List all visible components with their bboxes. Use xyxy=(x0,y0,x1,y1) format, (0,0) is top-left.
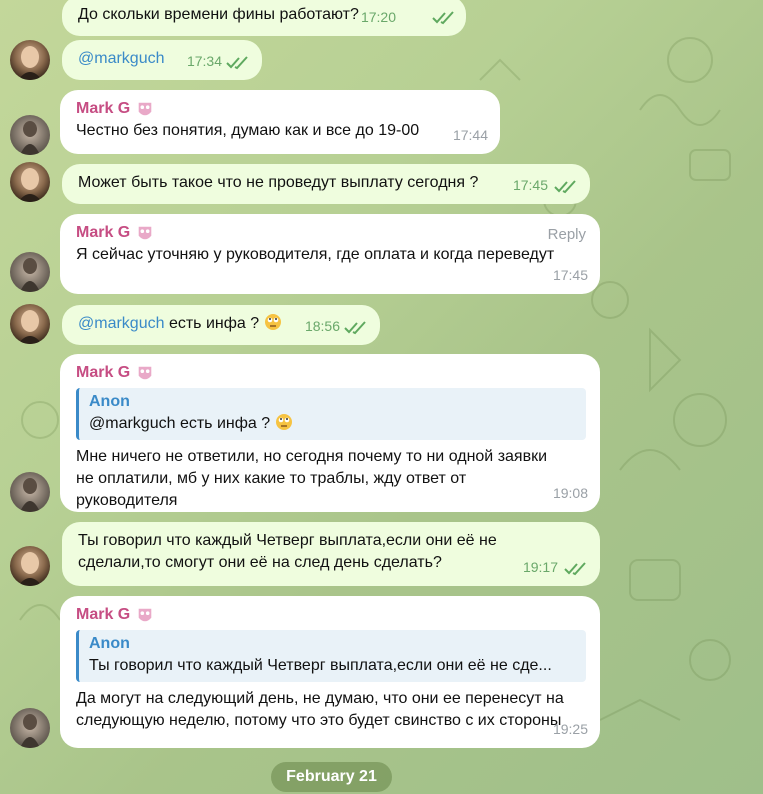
mention-link[interactable]: @markguch xyxy=(78,315,165,332)
sender-name[interactable]: Mark G xyxy=(76,362,586,384)
reply-quote[interactable]: Anon Ты говорил что каждый Четверг выпла… xyxy=(76,630,586,682)
message-incoming[interactable]: Mark G Anon @markguch есть инфа ? Мне ни… xyxy=(60,354,600,512)
rolling-eyes-emoji xyxy=(264,314,281,330)
avatar[interactable] xyxy=(10,115,50,155)
rolling-eyes-emoji xyxy=(275,414,292,430)
message-text: Ты говорил что каждый Четверг выплата,ес… xyxy=(78,532,497,571)
reply-quote[interactable]: Anon @markguch есть инфа ? xyxy=(76,388,586,440)
date-separator: February 21 xyxy=(271,762,392,792)
double-check-icon xyxy=(564,562,586,576)
message-incoming[interactable]: Mark G Честно без понятия, думаю как и в… xyxy=(60,90,500,154)
message-time: 17:20 xyxy=(360,9,396,25)
mask-icon xyxy=(138,608,152,622)
double-check-icon xyxy=(344,321,366,335)
sender-name[interactable]: Mark G xyxy=(76,222,586,244)
message-outgoing[interactable]: @markguch 17:34 xyxy=(62,40,262,80)
message-time: 19:08 xyxy=(552,485,588,501)
double-check-icon xyxy=(432,11,454,25)
message-text: Честно без понятия, думаю как и все до 1… xyxy=(76,122,420,139)
mask-icon xyxy=(138,226,152,240)
sender-name[interactable]: Mark G xyxy=(76,98,486,120)
quote-author: Anon xyxy=(89,393,130,410)
avatar[interactable] xyxy=(10,40,50,80)
message-outgoing[interactable]: @markguch есть инфа ? 18:56 xyxy=(62,305,380,345)
avatar[interactable] xyxy=(10,708,50,748)
message-time: 19:17 xyxy=(522,559,558,575)
message-time: 17:34 xyxy=(186,53,222,69)
message-text: Да могут на следующий день, не думаю, чт… xyxy=(76,690,564,729)
double-check-icon xyxy=(554,180,576,194)
quote-text: Ты говорил что каждый Четверг выплата,ес… xyxy=(89,657,552,674)
message-text: есть инфа ? xyxy=(164,315,260,332)
message-time: 19:25 xyxy=(552,721,588,737)
message-outgoing[interactable]: Ты говорил что каждый Четверг выплата,ес… xyxy=(62,522,600,586)
message-text: Мне ничего не ответили, но сегодня почем… xyxy=(76,448,548,509)
quote-text: @markguch есть инфа ? xyxy=(89,413,576,435)
message-time: 17:44 xyxy=(452,127,488,143)
avatar[interactable] xyxy=(10,304,50,344)
message-outgoing[interactable]: Может быть такое что не проведут выплату… xyxy=(62,164,590,204)
avatar[interactable] xyxy=(10,546,50,586)
mention-link[interactable]: @markguch xyxy=(78,50,165,67)
message-time: 18:56 xyxy=(304,318,340,334)
message-incoming[interactable]: Mark G Anon Ты говорил что каждый Четвер… xyxy=(60,596,600,748)
avatar[interactable] xyxy=(10,472,50,512)
message-time: 17:45 xyxy=(552,267,588,283)
reply-button[interactable]: Reply xyxy=(548,224,586,246)
double-check-icon xyxy=(226,56,248,70)
avatar[interactable] xyxy=(10,252,50,292)
avatar[interactable] xyxy=(10,162,50,202)
mask-icon xyxy=(138,366,152,380)
message-text: До скольки времени фины работают? xyxy=(78,6,359,23)
message-incoming[interactable]: Mark G Reply Я сейчас уточняю у руководи… xyxy=(60,214,600,294)
message-outgoing[interactable]: До скольки времени фины работают? 17:20 xyxy=(62,0,466,36)
mask-icon xyxy=(138,102,152,116)
quote-author: Anon xyxy=(89,635,130,652)
message-text: Может быть такое что не проведут выплату… xyxy=(78,174,479,191)
sender-name[interactable]: Mark G xyxy=(76,604,586,626)
message-text: Я сейчас уточняю у руководителя, где опл… xyxy=(76,246,555,263)
message-time: 17:45 xyxy=(512,177,548,193)
